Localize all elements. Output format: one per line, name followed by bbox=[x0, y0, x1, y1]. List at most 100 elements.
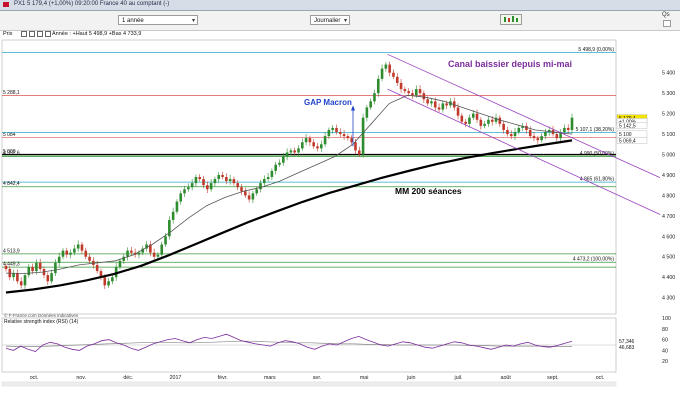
candle-body bbox=[23, 275, 27, 286]
x-tick-label: oct. bbox=[30, 375, 39, 381]
candle-body bbox=[118, 260, 122, 267]
candle-body bbox=[46, 275, 50, 282]
candle-body bbox=[240, 187, 243, 192]
candle-body bbox=[213, 179, 217, 184]
candle-body bbox=[308, 138, 312, 143]
candle-body bbox=[126, 250, 129, 257]
candle-body bbox=[502, 123, 505, 130]
candle-body bbox=[289, 150, 293, 153]
candle-body bbox=[69, 252, 72, 255]
x-tick-label: sept. bbox=[547, 375, 558, 381]
candle-body bbox=[247, 195, 251, 200]
x-tick-label: juil. bbox=[454, 375, 463, 381]
candle-body bbox=[479, 119, 483, 126]
candle-body bbox=[471, 113, 475, 118]
x-tick-label: déc. bbox=[123, 375, 133, 381]
candle-body bbox=[164, 236, 167, 245]
candle-body bbox=[156, 254, 160, 257]
candle-body bbox=[31, 266, 34, 272]
candle-body bbox=[331, 127, 334, 130]
candle-body bbox=[475, 113, 479, 120]
candle-body bbox=[270, 170, 274, 177]
candle-body bbox=[342, 134, 346, 137]
candle-body bbox=[403, 89, 407, 92]
candle-body bbox=[365, 107, 369, 118]
y-tick-label: 4 400 bbox=[662, 275, 675, 281]
rsi-y-tick-label: 20 bbox=[662, 359, 668, 365]
candle-body bbox=[263, 179, 266, 184]
candle-body bbox=[517, 127, 521, 133]
candle-body bbox=[194, 177, 198, 184]
candle-body bbox=[506, 129, 509, 135]
price-chart[interactable]: 4 300 4 400 4 500 4 600 4 700 4 800 4 900 5 000… bbox=[0, 0, 680, 418]
candle-body bbox=[65, 250, 69, 255]
candle-body bbox=[380, 68, 384, 79]
candle-body bbox=[437, 107, 441, 110]
y-tick-label: 4 900 bbox=[662, 173, 675, 179]
candle-body bbox=[35, 262, 38, 272]
candle-body bbox=[350, 138, 353, 143]
rsi-y-tick-label: 80 bbox=[662, 327, 668, 333]
candle-body bbox=[570, 117, 574, 130]
candle-body bbox=[183, 189, 186, 194]
candle-body bbox=[282, 156, 285, 163]
rsi-value-label: 46,683 bbox=[619, 345, 635, 351]
annotation-mm200: MM 200 séances bbox=[395, 186, 462, 196]
candle-body bbox=[456, 107, 460, 116]
candle-body bbox=[414, 89, 418, 96]
candle-body bbox=[12, 273, 15, 278]
candle-body bbox=[468, 117, 471, 124]
candle-body bbox=[395, 76, 399, 83]
candle-body bbox=[430, 101, 433, 104]
candle-body bbox=[27, 266, 31, 276]
y-tick-label: 4 600 bbox=[662, 234, 675, 240]
candle-body bbox=[323, 136, 327, 145]
level-label: 4 473,2 (100,00%) bbox=[573, 257, 614, 263]
candle-body bbox=[84, 250, 88, 257]
candle-body bbox=[80, 244, 84, 251]
candle-body bbox=[278, 162, 281, 165]
x-tick-label: juin bbox=[406, 375, 415, 381]
candle-body bbox=[464, 121, 467, 124]
y-tick-label: 5 000 bbox=[662, 153, 675, 159]
candle-body bbox=[73, 248, 76, 253]
candle-body bbox=[399, 82, 403, 90]
y-tick-label: 5 100 bbox=[662, 132, 675, 138]
y-tick-label: 4 300 bbox=[662, 296, 675, 302]
candle-body bbox=[392, 72, 395, 77]
candle-body bbox=[388, 64, 391, 73]
candle-body bbox=[228, 179, 232, 182]
candle-body bbox=[536, 138, 540, 141]
y-tick-label: 5 300 bbox=[662, 91, 675, 97]
x-tick-label: mai bbox=[360, 375, 369, 381]
candle-body bbox=[232, 179, 236, 184]
level-label: 5 107,1 (38,20%) bbox=[576, 127, 615, 133]
x-tick-label: févr. bbox=[218, 375, 228, 381]
candle-body bbox=[255, 189, 259, 194]
candle-body bbox=[460, 115, 464, 122]
rsi-ma-line bbox=[5, 340, 572, 347]
candle-body bbox=[540, 136, 543, 141]
candle-body bbox=[274, 164, 278, 171]
candle-body bbox=[316, 146, 319, 149]
candle-body bbox=[16, 273, 19, 282]
level-label: 4 513,9 bbox=[3, 248, 20, 254]
price-badge-label: 5 069,4 bbox=[619, 138, 636, 144]
candle-body bbox=[319, 144, 323, 149]
candle-body bbox=[373, 93, 376, 102]
candle-body bbox=[19, 281, 23, 286]
annotation-channel: Canal baissier depuis mi-mai bbox=[448, 59, 572, 69]
candle-body bbox=[544, 132, 547, 137]
candle-body bbox=[426, 99, 429, 104]
candle-body bbox=[376, 78, 380, 94]
candle-body bbox=[433, 101, 437, 108]
candle-body bbox=[38, 262, 42, 270]
candle-body bbox=[445, 103, 448, 106]
candle-body bbox=[312, 142, 315, 147]
candle-body bbox=[354, 142, 357, 151]
candle-body bbox=[236, 183, 240, 188]
candle-body bbox=[244, 191, 247, 196]
candle-body bbox=[209, 183, 213, 190]
candle-body bbox=[61, 250, 65, 257]
candle-body bbox=[54, 262, 57, 274]
